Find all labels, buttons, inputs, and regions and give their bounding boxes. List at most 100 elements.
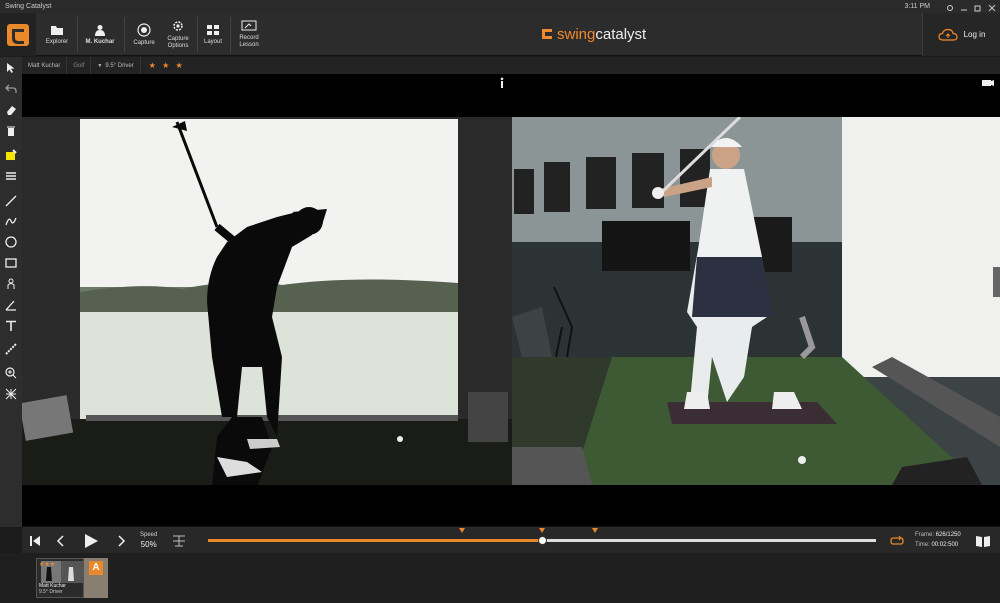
capture-label: Capture [133, 39, 155, 46]
player-label: M. Kuchar [85, 38, 115, 45]
capture-button[interactable]: Capture [128, 13, 160, 56]
explorer-label: Explorer [45, 38, 69, 45]
skip-to-start-button[interactable] [26, 532, 44, 550]
record-lesson-button[interactable]: Record Lesson [233, 13, 265, 56]
app-logo[interactable] [0, 13, 36, 56]
undo-icon[interactable] [3, 81, 19, 97]
folder-icon [51, 25, 63, 35]
brand-mark-icon [542, 29, 552, 39]
login-button[interactable]: Log in [922, 13, 1000, 56]
library-button[interactable] [974, 532, 992, 550]
clip-club: 9.5° Driver [39, 589, 63, 595]
chevron-right-icon [118, 535, 126, 547]
close-icon[interactable] [988, 4, 996, 12]
settings-gear-icon[interactable] [946, 4, 954, 12]
frame-value: 626/1250 [935, 532, 961, 538]
drawing-tools-sidebar [0, 57, 22, 527]
video-info-icon[interactable] [498, 77, 506, 89]
layout-label: Layout [203, 38, 222, 45]
highlighter-icon[interactable] [3, 147, 19, 163]
skip-start-icon [30, 536, 40, 546]
rectangle-tool-icon[interactable] [3, 255, 19, 271]
playback-controls: Speed 50% Frame: 626/1250 Time: 00:02:50… [22, 526, 1000, 553]
freehand-icon[interactable] [3, 213, 19, 229]
body-tool-icon[interactable] [3, 276, 19, 292]
timeline-marker[interactable] [539, 528, 545, 533]
chevron-left-icon [56, 535, 64, 547]
trim-button[interactable] [170, 532, 188, 550]
record-label-1: Record [239, 35, 259, 41]
brand-logo: swing catalyst [540, 23, 646, 45]
timeline-scrubber[interactable] [208, 528, 876, 545]
time-value: 00:02:500 [931, 542, 959, 548]
time-label: Time: [915, 542, 930, 548]
frame-label: Frame: [915, 532, 935, 538]
video-panel-right[interactable] [512, 117, 1000, 485]
previous-frame-button[interactable] [52, 532, 70, 550]
lines-icon[interactable] [3, 168, 19, 184]
player-button[interactable]: M. Kuchar [80, 13, 120, 56]
pointer-icon[interactable] [3, 60, 19, 76]
clip-strip: ★★★ Matt Kuchar 9.5° Driver A [0, 553, 1000, 603]
grid-icon[interactable] [3, 386, 19, 402]
loop-icon [890, 535, 904, 545]
frame-info: Frame: 626/1250 Time: 00:02:500 [915, 530, 961, 550]
trash-icon[interactable] [3, 123, 19, 139]
golfer-indoor-video [512, 117, 1000, 485]
capture-options-label-2: Options [167, 43, 189, 49]
angle-a-badge[interactable]: A [84, 558, 108, 598]
login-label: Log in [963, 30, 986, 39]
club-selector[interactable]: ▼ 9.5° Driver [91, 57, 141, 74]
explorer-button[interactable]: Explorer [40, 13, 74, 56]
capture-icon [137, 22, 151, 37]
clip-rating: ★★★ [39, 562, 56, 568]
speed-control[interactable]: Speed 50% [140, 531, 157, 549]
capture-options-button[interactable]: Capture Options [162, 13, 194, 56]
book-icon [976, 536, 990, 547]
user-icon [95, 24, 105, 36]
main-toolbar: Explorer M. Kuchar Capture Capture Optio… [0, 13, 1000, 56]
next-frame-button[interactable] [112, 532, 130, 550]
speed-value: 50% [140, 540, 157, 549]
eraser-icon[interactable] [3, 102, 19, 118]
record-lesson-icon [241, 20, 257, 31]
brand-name-part2: catalyst [595, 25, 647, 43]
circle-tool-icon[interactable] [3, 234, 19, 250]
capture-options-label-1: Capture [167, 36, 189, 42]
text-tool-icon[interactable] [3, 318, 19, 334]
timeline-marker[interactable] [458, 528, 465, 533]
app-logo-icon [7, 23, 29, 46]
clip-thumbnail[interactable]: ★★★ Matt Kuchar 9.5° Driver [36, 558, 84, 598]
player-name[interactable]: Matt Kuchar [22, 57, 68, 74]
cloud-icon [937, 28, 958, 41]
sport-name[interactable]: Golf [67, 57, 92, 74]
window-titlebar: Swing Catalyst 3:11 PM [0, 0, 1000, 13]
minimize-icon[interactable] [960, 4, 968, 12]
speed-label: Speed [140, 532, 158, 538]
brand-name-part1: swing [557, 25, 596, 43]
window-title: Swing Catalyst [5, 3, 52, 10]
toolbar-divider [77, 17, 78, 52]
loop-button[interactable] [888, 532, 906, 550]
zoom-icon[interactable] [3, 365, 19, 381]
angle-tool-icon[interactable] [3, 297, 19, 313]
play-button[interactable] [80, 532, 102, 550]
video-info-bar: Matt Kuchar Golf ▼ 9.5° Driver ★ ★ ★ [22, 57, 1000, 74]
measure-tool-icon[interactable] [3, 341, 19, 357]
toolbar-divider [230, 17, 231, 52]
rating-stars[interactable]: ★ ★ ★ [141, 61, 185, 70]
layout-grid-icon [207, 24, 219, 35]
gear-icon [173, 21, 183, 31]
record-label-2: Lesson [239, 42, 259, 48]
camera-icon[interactable] [982, 80, 994, 86]
timeline-handle[interactable] [538, 536, 547, 545]
golfer-silhouette-video [22, 117, 512, 485]
restore-icon[interactable] [974, 4, 982, 12]
video-panel-left[interactable] [22, 117, 512, 485]
angle-a-label: A [89, 561, 103, 575]
timeline-marker[interactable] [592, 528, 599, 533]
line-tool-icon[interactable] [3, 193, 19, 209]
play-icon [85, 534, 98, 548]
layout-button[interactable]: Layout [199, 13, 227, 56]
trim-icon [173, 535, 185, 547]
